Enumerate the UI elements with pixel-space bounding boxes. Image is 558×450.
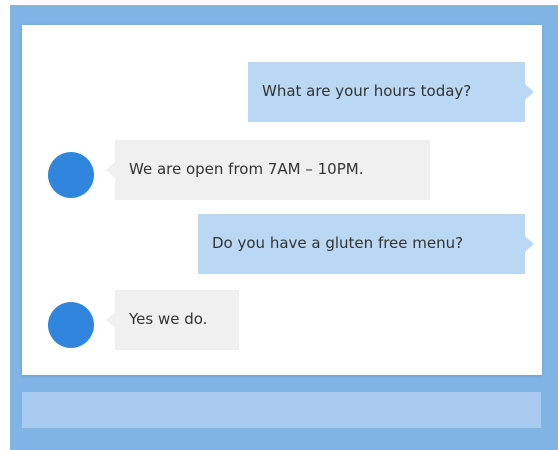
bot-avatar bbox=[48, 302, 94, 348]
user-message-text: Do you have a gluten free menu? bbox=[212, 234, 464, 252]
bot-message-text: Yes we do. bbox=[129, 310, 208, 328]
bot-message-text: We are open from 7AM – 10PM. bbox=[129, 160, 364, 178]
bot-avatar bbox=[48, 152, 94, 198]
bot-message-bubble: We are open from 7AM – 10PM. bbox=[106, 140, 430, 200]
message-input-bar[interactable] bbox=[22, 392, 541, 428]
user-message-bubble: Do you have a gluten free menu? bbox=[198, 214, 534, 274]
user-message-bubble: What are your hours today? bbox=[248, 62, 534, 122]
user-message-text: What are your hours today? bbox=[262, 82, 472, 100]
bot-message-bubble: Yes we do. bbox=[106, 290, 239, 350]
